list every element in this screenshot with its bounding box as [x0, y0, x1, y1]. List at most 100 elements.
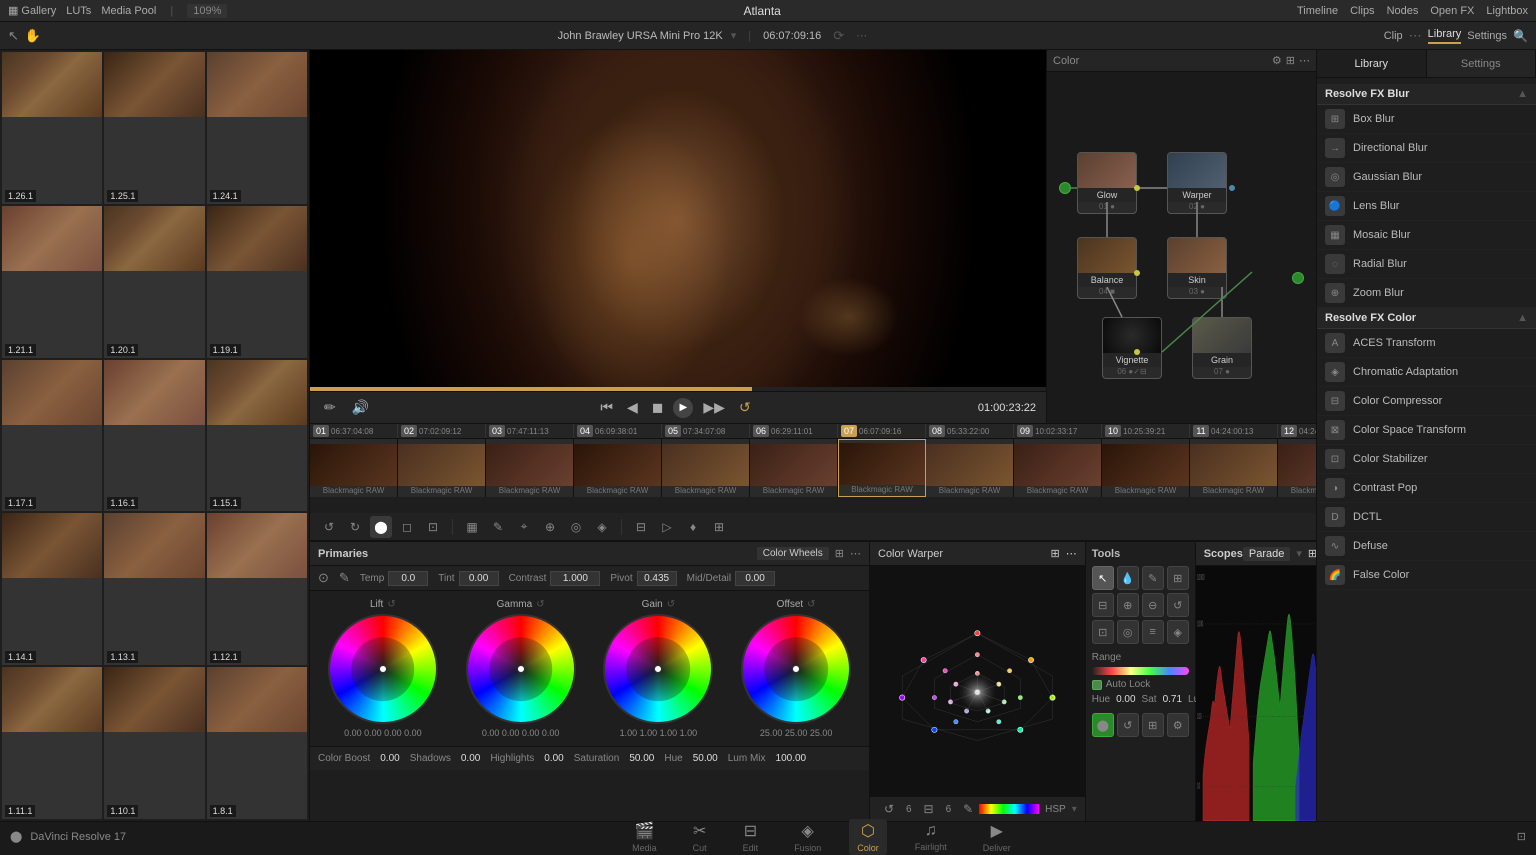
fx-color-space[interactable]: ⊠ Color Space Transform	[1317, 416, 1536, 445]
nav-media[interactable]: 🎬 Media	[624, 819, 665, 855]
offset-reset[interactable]: ↺	[807, 599, 815, 610]
open-fx-button[interactable]: Open FX	[1430, 5, 1474, 17]
tl-clip-active[interactable]: Blackmagic RAW	[838, 439, 926, 497]
nav-cut[interactable]: ✂ Cut	[685, 819, 715, 855]
tool-a[interactable]: ▦	[461, 516, 483, 538]
gallery-item[interactable]: 1.24.1	[207, 52, 307, 204]
warper-canvas[interactable]	[870, 566, 1085, 797]
gallery-item[interactable]: 1.10.1	[104, 667, 204, 819]
fx-directional-blur[interactable]: → Directional Blur	[1317, 134, 1536, 163]
reset-tool[interactable]: ↺	[1167, 593, 1189, 617]
fx-blur-collapse[interactable]: ▲	[1517, 88, 1528, 100]
gallery-item[interactable]: 1.25.1	[104, 52, 204, 204]
node-grain[interactable]: Grain 07 ●	[1192, 317, 1252, 379]
tool-i[interactable]: ♦	[682, 516, 704, 538]
media-pool-button[interactable]: Media Pool	[101, 5, 156, 17]
warper-expand[interactable]: ⊞	[1051, 547, 1060, 560]
fx-stabilizer[interactable]: ⊡ Color Stabilizer	[1317, 445, 1536, 474]
next-frame-button[interactable]: ▶▶	[699, 397, 729, 418]
gallery-item[interactable]: 1.26.1	[2, 52, 102, 204]
eyedropper-tool[interactable]: 💧	[1117, 566, 1139, 590]
warper-menu[interactable]: ⋯	[1066, 547, 1077, 560]
undo-icon[interactable]: ↺	[318, 516, 340, 538]
node-vignette[interactable]: Vignette 06 ●✓⊟	[1102, 317, 1162, 379]
nav-fairlight[interactable]: ♫ Fairlight	[907, 820, 955, 854]
offset-wheel-control[interactable]	[741, 614, 851, 724]
smooth-tool[interactable]: ◎	[1117, 620, 1139, 644]
color-dot-tool[interactable]: ⬤	[1092, 713, 1114, 737]
expand-tool-2[interactable]: ⊞	[1142, 713, 1164, 737]
nav-edit[interactable]: ⊟ Edit	[735, 819, 767, 855]
lift-reset[interactable]: ↺	[387, 599, 395, 610]
tl-clip[interactable]: Blackmagic RAW	[398, 439, 486, 497]
gallery-item[interactable]: 1.14.1	[2, 513, 102, 665]
fx-radial-blur[interactable]: ◌ Radial Blur	[1317, 250, 1536, 279]
fx-color-compressor[interactable]: ⊟ Color Compressor	[1317, 387, 1536, 416]
tl-clip[interactable]: Blackmagic RAW	[310, 439, 398, 497]
gallery-item[interactable]: 1.17.1	[2, 360, 102, 512]
tool-d[interactable]: ⊕	[539, 516, 561, 538]
warper-link[interactable]: ⊟	[918, 798, 940, 820]
tl-clip[interactable]: Blackmagic RAW	[486, 439, 574, 497]
fx-box-blur[interactable]: ⊞ Box Blur	[1317, 105, 1536, 134]
scope-expand[interactable]: ⊞	[1308, 547, 1316, 560]
fullscreen-icon[interactable]: ⊡	[1517, 831, 1526, 843]
cw-menu[interactable]: ⋯	[850, 547, 861, 560]
clips-button[interactable]: Clips	[1350, 5, 1374, 17]
gain-wheel-control[interactable]	[603, 614, 713, 724]
warper-pencil[interactable]: ✎	[957, 798, 979, 820]
node-skin[interactable]: Skin 03 ●	[1167, 237, 1227, 299]
tl-clip[interactable]: Blackmagic RAW	[1190, 439, 1278, 497]
settings-tab[interactable]: Settings	[1467, 30, 1507, 42]
nodes-button[interactable]: Nodes	[1387, 5, 1419, 17]
cursor-tool[interactable]: ↖	[1092, 566, 1114, 590]
fx-contrast-pop[interactable]: ◑ Contrast Pop	[1317, 474, 1536, 503]
node-warper[interactable]: Warper 02 ●	[1167, 152, 1227, 214]
gallery-button[interactable]: ▦ Gallery	[8, 4, 56, 17]
pivot-input[interactable]	[637, 571, 677, 586]
mask-icon[interactable]: ◻	[396, 516, 418, 538]
tool-h[interactable]: ▷	[656, 516, 678, 538]
zoom-level[interactable]: 109%	[187, 4, 227, 18]
reset-all-tool[interactable]: ↺	[1117, 713, 1139, 737]
tl-clip[interactable]: Blackmagic RAW	[1278, 439, 1316, 497]
gallery-item[interactable]: 1.8.1	[207, 667, 307, 819]
fx-gaussian-blur[interactable]: ◎ Gaussian Blur	[1317, 163, 1536, 192]
contrast-input[interactable]	[550, 571, 600, 586]
settings-tool[interactable]: ⚙	[1167, 713, 1189, 737]
library-tab[interactable]: Library	[1428, 28, 1462, 44]
fx-dctl[interactable]: D DCTL	[1317, 503, 1536, 532]
gamma-reset[interactable]: ↺	[536, 599, 544, 610]
tl-clip[interactable]: Blackmagic RAW	[926, 439, 1014, 497]
fx-defuse[interactable]: ∿ Defuse	[1317, 532, 1536, 561]
gallery-item[interactable]: 1.19.1	[207, 206, 307, 358]
range-bar[interactable]	[1092, 667, 1189, 675]
gamma-wheel-control[interactable]	[466, 614, 576, 724]
search-icon[interactable]: 🔍	[1513, 29, 1528, 43]
nodes-menu-icon[interactable]: ⋯	[1299, 54, 1310, 67]
scope-chevron[interactable]: ▾	[1296, 547, 1302, 560]
fx-mosaic-blur[interactable]: ▦ Mosaic Blur	[1317, 221, 1536, 250]
gallery-item[interactable]: 1.15.1	[207, 360, 307, 512]
lightbox-button[interactable]: Lightbox	[1486, 5, 1528, 17]
tl-clip[interactable]: Blackmagic RAW	[1102, 439, 1190, 497]
gallery-item[interactable]: 1.11.1	[2, 667, 102, 819]
gallery-item[interactable]: 1.21.1	[2, 206, 102, 358]
select-all-tool[interactable]: ⊟	[1092, 593, 1114, 617]
tool-e[interactable]: ◎	[565, 516, 587, 538]
gallery-item[interactable]: 1.12.1	[207, 513, 307, 665]
node-glow[interactable]: Glow 01 ●	[1077, 152, 1137, 214]
tool-b[interactable]: ✎	[487, 516, 509, 538]
brush-tool[interactable]: ✎	[1142, 566, 1164, 590]
redo-icon[interactable]: ↻	[344, 516, 366, 538]
warp-tool[interactable]: ⊡	[1092, 620, 1114, 644]
library-tab-right[interactable]: Library	[1317, 50, 1427, 77]
tool-f[interactable]: ◈	[591, 516, 613, 538]
nodes-settings-icon[interactable]: ⚙	[1272, 54, 1282, 67]
play-button[interactable]: ▶	[673, 398, 693, 418]
fx-color-collapse[interactable]: ▲	[1517, 312, 1528, 324]
fx-aces[interactable]: A ACES Transform	[1317, 329, 1536, 358]
cw-expand[interactable]: ⊞	[835, 547, 844, 560]
flatten-tool[interactable]: ≡	[1142, 620, 1164, 644]
gallery-item[interactable]: 1.16.1	[104, 360, 204, 512]
